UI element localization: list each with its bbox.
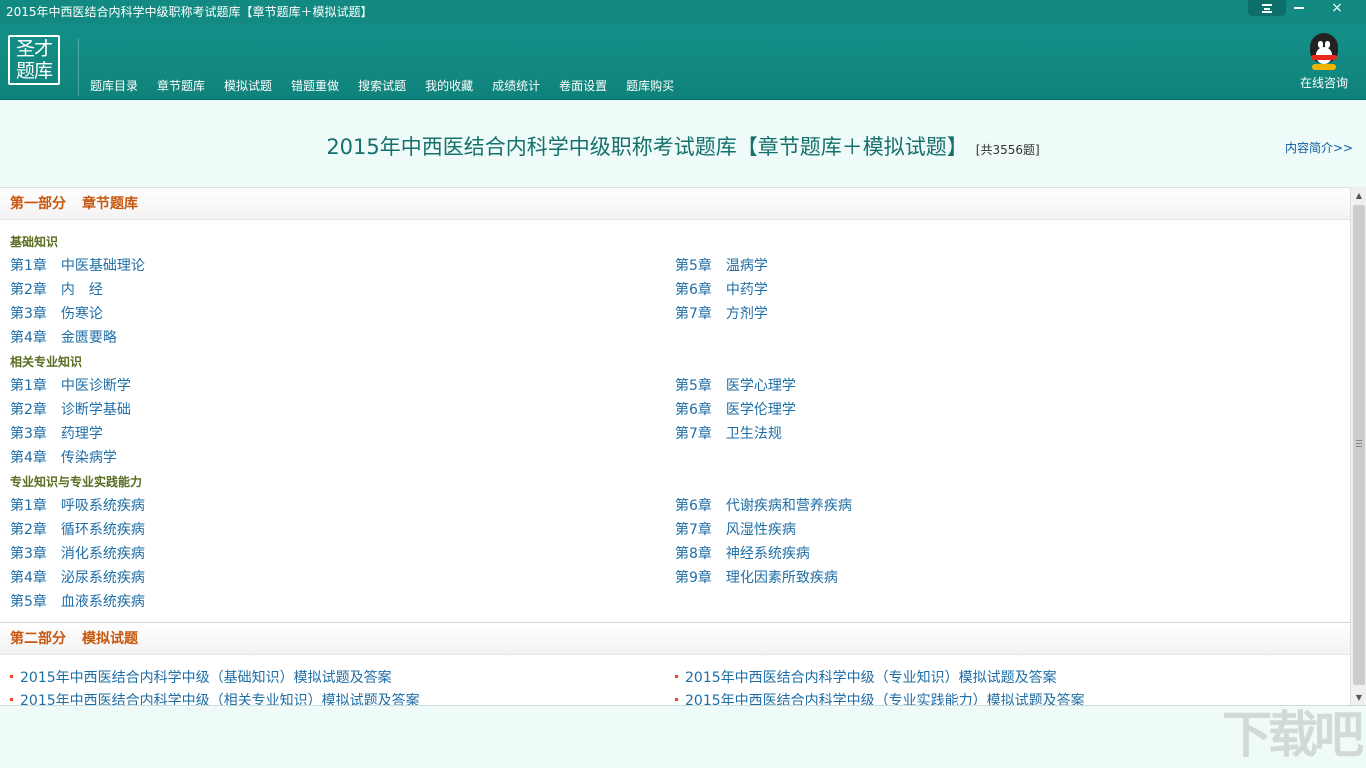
bullet-icon — [10, 697, 13, 701]
nav-chapter-bank[interactable]: 章节题库 — [147, 76, 215, 96]
part1-body: 基础知识 第1章 中医基础理论 第2章内 经 第3章 伤寒论 第4章 金匮要略 第5章… — [0, 220, 1350, 622]
book-title-text: 2015年中西医结合内科学中级职称考试题库【章节题库＋模拟试题】 — [326, 135, 968, 159]
minimize-icon — [1294, 7, 1304, 9]
chapter-grid: 第1章 呼吸系统疾病 第2章 循环系统疾病 第3章 消化系统疾病 第4章 泌尿系统疾病 … — [10, 494, 1350, 614]
chapter-link[interactable]: 第5章 血液系统疾病 — [10, 590, 675, 614]
chapter-link[interactable]: 第2章 循环系统疾病 — [10, 518, 675, 542]
chapter-link[interactable]: 第3章 药理学 — [10, 422, 675, 446]
minimize-button[interactable] — [1280, 0, 1318, 16]
chapter-link[interactable]: 第2章 诊断学基础 — [10, 398, 675, 422]
chapter-link[interactable]: 第1章 中医诊断学 — [10, 374, 675, 398]
catalog-content: 第一部分 章节题库 基础知识 第1章 中医基础理论 第2章内 经 第3章 伤寒论 第4… — [0, 187, 1350, 705]
group-title: 相关专业知识 — [10, 355, 83, 369]
book-title: 2015年中西医结合内科学中级职称考试题库【章节题库＋模拟试题】 [共3556题] — [0, 131, 1366, 161]
chapter-link[interactable]: 第6章 医学伦理学 — [675, 398, 1340, 422]
online-consult-button[interactable]: 在线咨询 — [1296, 33, 1352, 91]
nav-purchase[interactable]: 题库购买 — [616, 76, 684, 96]
chapter-column-right: 第5章 温病学 第6章 中药学 第7章 方剂学 — [675, 254, 1340, 350]
menu-icon — [1262, 3, 1272, 13]
nav-scores[interactable]: 成绩统计 — [482, 76, 550, 96]
chapter-link[interactable]: 第4章 金匮要略 — [10, 326, 675, 350]
scroll-down-arrow-icon[interactable]: ▼ — [1351, 689, 1366, 705]
book-header: 2015年中西医结合内科学中级职称考试题库【章节题库＋模拟试题】 [共3556题]… — [0, 101, 1366, 187]
chapter-link[interactable]: 第9章 理化因素所致疾病 — [675, 566, 1340, 590]
logo-divider — [78, 38, 79, 96]
chapter-link[interactable]: 第7章 风湿性疾病 — [675, 518, 1340, 542]
bottom-area — [0, 705, 1366, 768]
bullet-icon — [10, 674, 13, 678]
title-bar: 2015年中西医结合内科学中级职称考试题库【章节题库＋模拟试题】 × — [0, 0, 1366, 24]
mock-exam-grid: 2015年中西医结合内科学中级（基础知识）模拟试题及答案 2015年中西医结合内… — [10, 667, 1350, 705]
qq-penguin-icon — [1307, 33, 1341, 71]
chapter-link[interactable]: 第4章 泌尿系统疾病 — [10, 566, 675, 590]
close-icon: × — [1331, 0, 1343, 16]
chapter-link[interactable]: 第7章 方剂学 — [675, 302, 1340, 326]
mock-exam-link[interactable]: 2015年中西医结合内科学中级（专业知识）模拟试题及答案 — [675, 667, 1340, 690]
part2-header: 第二部分 模拟试题 — [0, 623, 1350, 655]
chapter-grid: 第1章 中医基础理论 第2章内 经 第3章 伤寒论 第4章 金匮要略 第5章 温病学 第… — [10, 254, 1350, 350]
part1-name: 章节题库 — [82, 196, 138, 212]
part1-number: 第一部分 — [10, 196, 66, 212]
logo-line-1: 圣才 — [15, 38, 53, 60]
chapter-link[interactable]: 第1章 呼吸系统疾病 — [10, 494, 675, 518]
nav-favorites[interactable]: 我的收藏 — [415, 76, 483, 96]
window-title: 2015年中西医结合内科学中级职称考试题库【章节题库＋模拟试题】 — [6, 5, 373, 19]
chapter-column-left: 第1章 中医诊断学 第2章 诊断学基础 第3章 药理学 第4章 传染病学 — [10, 374, 675, 470]
part2-name: 模拟试题 — [82, 631, 138, 647]
part2-body: 2015年中西医结合内科学中级（基础知识）模拟试题及答案 2015年中西医结合内… — [0, 655, 1350, 705]
chapter-link[interactable]: 第4章 传染病学 — [10, 446, 675, 470]
part2-number: 第二部分 — [10, 631, 66, 647]
chapter-link[interactable]: 第2章内 经 — [10, 278, 675, 302]
logo-line-2: 题库 — [15, 60, 53, 82]
nav-search[interactable]: 搜索试题 — [348, 76, 416, 96]
group-title: 专业知识与专业实践能力 — [10, 475, 143, 489]
scrollbar-thumb[interactable] — [1353, 205, 1365, 685]
main-nav: 题库目录 章节题库 模拟试题 错题重做 搜索试题 我的收藏 成绩统计 卷面设置 … — [80, 76, 683, 96]
vertical-scrollbar[interactable]: ▲ ▼ — [1350, 187, 1366, 705]
chapter-link[interactable]: 第8章 神经系统疾病 — [675, 542, 1340, 566]
chapter-link[interactable]: 第6章 中药学 — [675, 278, 1340, 302]
part1-header: 第一部分 章节题库 — [0, 188, 1350, 220]
nav-mock-exams[interactable]: 模拟试题 — [214, 76, 282, 96]
mock-column-left: 2015年中西医结合内科学中级（基础知识）模拟试题及答案 2015年中西医结合内… — [10, 667, 675, 705]
main-toolbar: 圣才 题库 题库目录 章节题库 模拟试题 错题重做 搜索试题 我的收藏 成绩统计… — [0, 24, 1366, 100]
chapter-column-right: 第6章 代谢疾病和营养疾病 第7章 风湿性疾病 第8章 神经系统疾病 第9章 理化因素所… — [675, 494, 1340, 614]
chapter-link[interactable]: 第7章 卫生法规 — [675, 422, 1340, 446]
nav-paper-settings[interactable]: 卷面设置 — [549, 76, 617, 96]
chapter-column-right: 第5章 医学心理学 第6章 医学伦理学 第7章 卫生法规 — [675, 374, 1340, 470]
chapter-link[interactable]: 第1章 中医基础理论 — [10, 254, 675, 278]
nav-catalog[interactable]: 题库目录 — [80, 76, 148, 96]
mock-column-right: 2015年中西医结合内科学中级（专业知识）模拟试题及答案 2015年中西医结合内… — [675, 667, 1340, 705]
chapter-grid: 第1章 中医诊断学 第2章 诊断学基础 第3章 药理学 第4章 传染病学 第5章 医学心理… — [10, 374, 1350, 470]
chapter-link[interactable]: 第5章 医学心理学 — [675, 374, 1340, 398]
intro-link[interactable]: 内容简介>> — [1285, 139, 1353, 156]
chapter-link[interactable]: 第6章 代谢疾病和营养疾病 — [675, 494, 1340, 518]
chapter-link[interactable]: 第5章 温病学 — [675, 254, 1340, 278]
mock-exam-link[interactable]: 2015年中西医结合内科学中级（基础知识）模拟试题及答案 — [10, 667, 675, 690]
chapter-link[interactable]: 第3章 消化系统疾病 — [10, 542, 675, 566]
question-count: [共3556题] — [975, 143, 1040, 157]
mock-exam-link[interactable]: 2015年中西医结合内科学中级（专业实践能力）模拟试题及答案 — [675, 690, 1340, 705]
online-consult-label: 在线咨询 — [1299, 76, 1348, 90]
group-title: 基础知识 — [10, 235, 59, 249]
chapter-column-left: 第1章 呼吸系统疾病 第2章 循环系统疾病 第3章 消化系统疾病 第4章 泌尿系统疾病 … — [10, 494, 675, 614]
scroll-up-arrow-icon[interactable]: ▲ — [1351, 187, 1366, 203]
bullet-icon — [675, 674, 678, 678]
watermark-logo: 下载吧 — [1222, 706, 1364, 764]
bullet-icon — [675, 697, 678, 701]
chapter-column-left: 第1章 中医基础理论 第2章内 经 第3章 伤寒论 第4章 金匮要略 — [10, 254, 675, 350]
close-button[interactable]: × — [1318, 0, 1356, 16]
chapter-link[interactable]: 第3章 伤寒论 — [10, 302, 675, 326]
mock-exam-link[interactable]: 2015年中西医结合内科学中级（相关专业知识）模拟试题及答案 — [10, 690, 675, 705]
nav-redo-wrong[interactable]: 错题重做 — [281, 76, 349, 96]
app-logo: 圣才 题库 — [8, 35, 60, 85]
